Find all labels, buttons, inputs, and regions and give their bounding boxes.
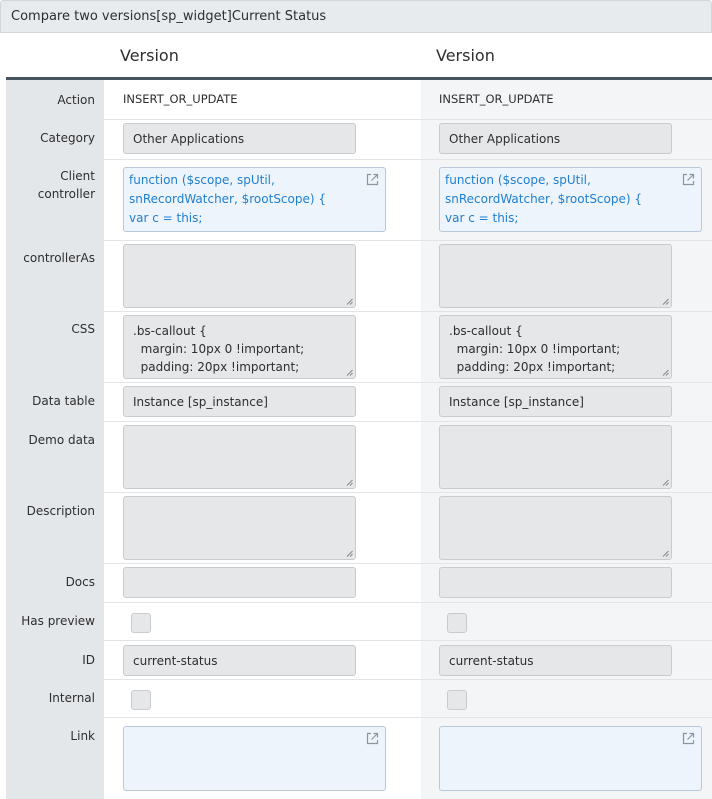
left-internal-checkbox[interactable] (131, 690, 151, 710)
label-description: Description (26, 504, 95, 518)
right-docs-field[interactable] (439, 567, 672, 598)
label-action: Action (57, 93, 95, 107)
label-css: CSS (71, 322, 95, 336)
left-data-table-field[interactable]: Instance [sp_instance] (123, 386, 356, 417)
external-link-icon[interactable] (366, 173, 379, 186)
right-controller-as-field[interactable] (439, 244, 672, 308)
right-data-table-field[interactable]: Instance [sp_instance] (439, 386, 672, 417)
right-link-field[interactable] (439, 726, 702, 791)
left-docs-field[interactable] (123, 567, 356, 598)
resize-grip-icon[interactable] (662, 298, 669, 305)
left-css-field[interactable]: .bs-callout { margin: 10px 0 !important;… (123, 315, 356, 379)
left-demo-data-field[interactable] (123, 425, 356, 489)
resize-grip-icon[interactable] (662, 479, 669, 486)
left-version-header: Version (120, 45, 179, 65)
label-id: ID (82, 653, 95, 667)
right-action-value: INSERT_OR_UPDATE (439, 92, 554, 106)
resize-grip-icon[interactable] (662, 550, 669, 557)
right-description-field[interactable] (439, 496, 672, 560)
resize-grip-icon[interactable] (346, 479, 353, 486)
label-category: Category (40, 131, 95, 145)
window-title: Compare two versions[sp_widget]Current S… (11, 9, 327, 24)
row-internal (104, 680, 712, 718)
resize-grip-icon[interactable] (662, 369, 669, 376)
left-controller-as-field[interactable] (123, 244, 356, 308)
label-data-table: Data table (32, 394, 95, 408)
right-id-field[interactable]: current-status (439, 645, 672, 676)
resize-grip-icon[interactable] (346, 298, 353, 305)
label-link: Link (70, 729, 95, 743)
right-has-preview-checkbox[interactable] (447, 613, 467, 633)
left-category-field[interactable]: Other Applications (123, 123, 356, 154)
right-internal-checkbox[interactable] (447, 690, 467, 710)
left-link-field[interactable] (123, 726, 386, 791)
external-link-icon[interactable] (366, 732, 379, 745)
left-client-controller-field[interactable]: function ($scope, spUtil, snRecordWatche… (123, 167, 386, 232)
window-title-bar: Compare two versions[sp_widget]Current S… (0, 0, 712, 33)
label-internal: Internal (48, 691, 95, 705)
label-demo-data: Demo data (28, 433, 96, 447)
right-version-header: Version (436, 45, 495, 65)
left-description-field[interactable] (123, 496, 356, 560)
right-client-controller-code: function ($scope, spUtil, snRecordWatche… (445, 173, 643, 225)
left-id-field[interactable]: current-status (123, 645, 356, 676)
label-client-controller-line2: controller (37, 187, 95, 201)
resize-grip-icon[interactable] (346, 550, 353, 557)
label-docs: Docs (65, 575, 95, 589)
label-client-controller-line1: Client (60, 169, 95, 183)
right-category-field[interactable]: Other Applications (439, 123, 672, 154)
left-client-controller-code: function ($scope, spUtil, snRecordWatche… (129, 173, 327, 225)
external-link-icon[interactable] (682, 173, 695, 186)
resize-grip-icon[interactable] (346, 369, 353, 376)
right-css-field[interactable]: .bs-callout { margin: 10px 0 !important;… (439, 315, 672, 379)
row-has-preview (104, 603, 712, 641)
label-controller-as: controllerAs (23, 251, 95, 265)
right-client-controller-field[interactable]: function ($scope, spUtil, snRecordWatche… (439, 167, 702, 232)
label-has-preview: Has preview (21, 614, 95, 628)
left-has-preview-checkbox[interactable] (131, 613, 151, 633)
external-link-icon[interactable] (682, 732, 695, 745)
right-demo-data-field[interactable] (439, 425, 672, 489)
left-action-value: INSERT_OR_UPDATE (123, 92, 238, 106)
